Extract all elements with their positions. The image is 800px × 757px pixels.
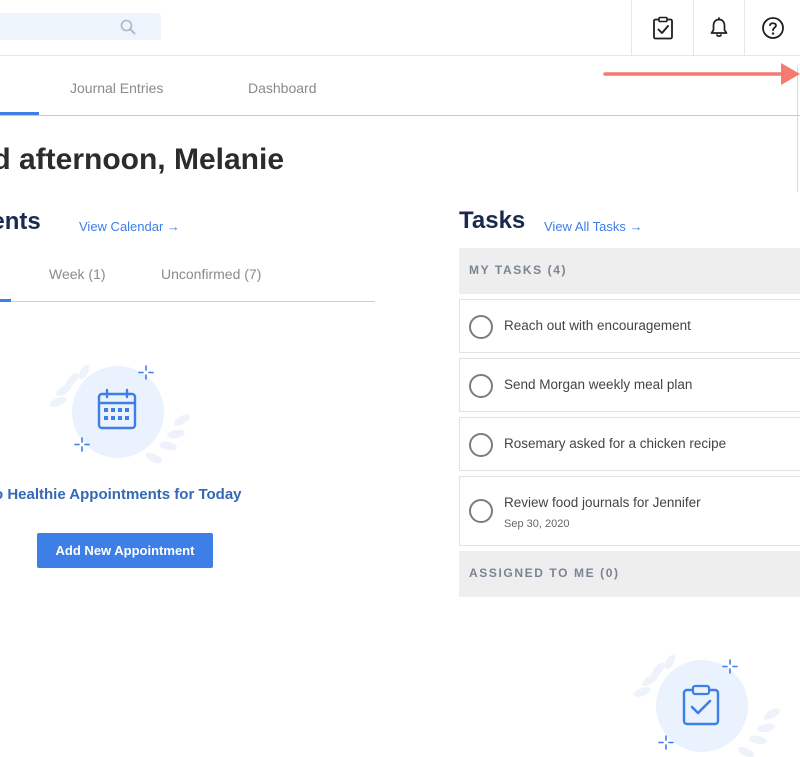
view-all-tasks-link[interactable]: View All Tasks → bbox=[544, 219, 643, 234]
tasks-title: Tasks bbox=[459, 207, 526, 234]
top-icon-group bbox=[631, 0, 800, 56]
arrow-annotation-icon bbox=[603, 63, 800, 85]
tab-dashboard[interactable]: Dashboard bbox=[248, 80, 317, 96]
appointments-title: ments bbox=[0, 208, 41, 235]
task-item[interactable]: Reach out with encouragement bbox=[459, 299, 800, 353]
task-item[interactable]: Send Morgan weekly meal plan bbox=[459, 358, 800, 412]
nav-active-indicator bbox=[0, 112, 39, 115]
appointments-tab-active-indicator bbox=[0, 299, 11, 302]
tab-week[interactable]: Week (1) bbox=[49, 266, 106, 282]
assigned-to-me-header[interactable]: ASSIGNED TO ME (0) bbox=[459, 551, 800, 597]
my-tasks-header[interactable]: MY TASKS (4) bbox=[459, 248, 800, 294]
task-label: Rosemary asked for a chicken recipe bbox=[504, 436, 727, 451]
help-button[interactable] bbox=[744, 0, 800, 56]
tasks-clipboard-button[interactable] bbox=[631, 0, 693, 56]
help-icon bbox=[761, 17, 784, 39]
add-new-appointment-button[interactable]: Add New Appointment bbox=[37, 533, 213, 568]
tasks-clipboard-icon bbox=[652, 16, 673, 40]
task-checkbox[interactable] bbox=[469, 499, 493, 523]
notifications-button[interactable] bbox=[693, 0, 744, 56]
task-item[interactable]: Review food journals for Jennifer Sep 30… bbox=[459, 476, 800, 546]
task-label: Review food journals for Jennifer bbox=[504, 495, 701, 510]
no-appointments-message: o Healthie Appointments for Today bbox=[0, 486, 242, 503]
clipboard-illustration-icon bbox=[633, 654, 781, 757]
bell-icon bbox=[710, 17, 728, 37]
search-input[interactable] bbox=[0, 13, 161, 40]
task-label: Send Morgan weekly meal plan bbox=[504, 377, 693, 392]
calendar-illustration-icon bbox=[49, 364, 191, 464]
search-icon[interactable] bbox=[119, 18, 137, 36]
task-label: Reach out with encouragement bbox=[504, 318, 691, 333]
appointments-tabs: Week (1) Unconfirmed (7) bbox=[0, 250, 375, 302]
tab-journal-entries[interactable]: Journal Entries bbox=[70, 80, 163, 96]
task-due-date: Sep 30, 2020 bbox=[504, 518, 570, 530]
task-checkbox[interactable] bbox=[469, 433, 493, 457]
task-checkbox[interactable] bbox=[469, 374, 493, 398]
task-checkbox[interactable] bbox=[469, 315, 493, 339]
view-calendar-link[interactable]: View Calendar → bbox=[79, 219, 180, 234]
task-item[interactable]: Rosemary asked for a chicken recipe bbox=[459, 417, 800, 471]
tab-unconfirmed[interactable]: Unconfirmed (7) bbox=[161, 266, 261, 282]
top-bar bbox=[0, 0, 800, 56]
page-greeting: od afternoon, Melanie bbox=[0, 143, 285, 176]
